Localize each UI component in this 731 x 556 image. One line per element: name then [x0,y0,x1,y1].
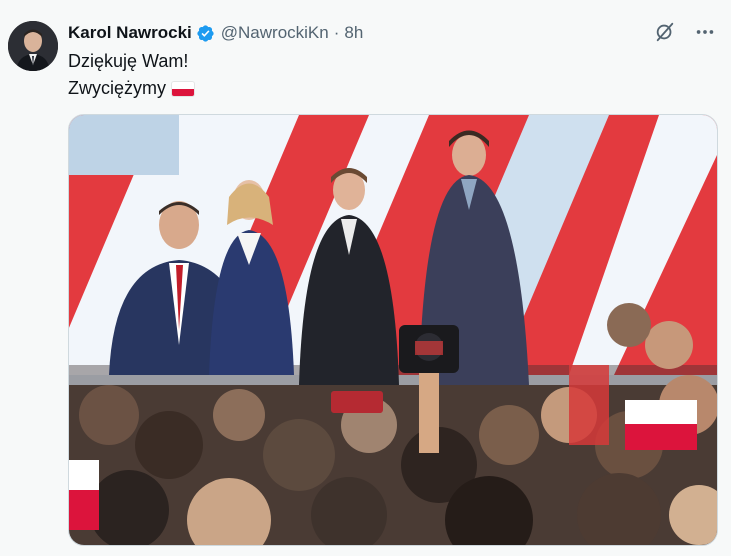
tweet-text: Dziękuję Wam! Zwyciężymy [68,48,194,102]
polish-flag-icon [172,81,194,96]
crowd-flag [625,400,697,450]
author-name[interactable]: Karol Nawrocki [68,23,192,43]
timestamp[interactable]: 8h [344,23,363,43]
tweet[interactable]: Karol Nawrocki @NawrockiKn · 8h Dziękuję… [0,0,731,556]
separator-dot: · [333,23,340,42]
tweet-header: Karol Nawrocki @NawrockiKn · 8h [68,22,363,44]
avatar[interactable] [8,21,58,71]
grok-icon[interactable] [653,20,677,44]
tweet-text-line-1: Dziękuję Wam! [68,51,189,71]
crowd-flag-left [69,460,99,530]
tweet-actions [653,20,717,44]
photo-scene [69,115,717,545]
tweet-text-line-2: Zwyciężymy [68,78,166,98]
tweet-photo[interactable] [68,114,718,546]
verified-badge-icon [196,24,215,43]
more-options-icon[interactable] [693,20,717,44]
avatar-photo [8,21,58,71]
author-handle[interactable]: @NawrockiKn [221,23,329,43]
